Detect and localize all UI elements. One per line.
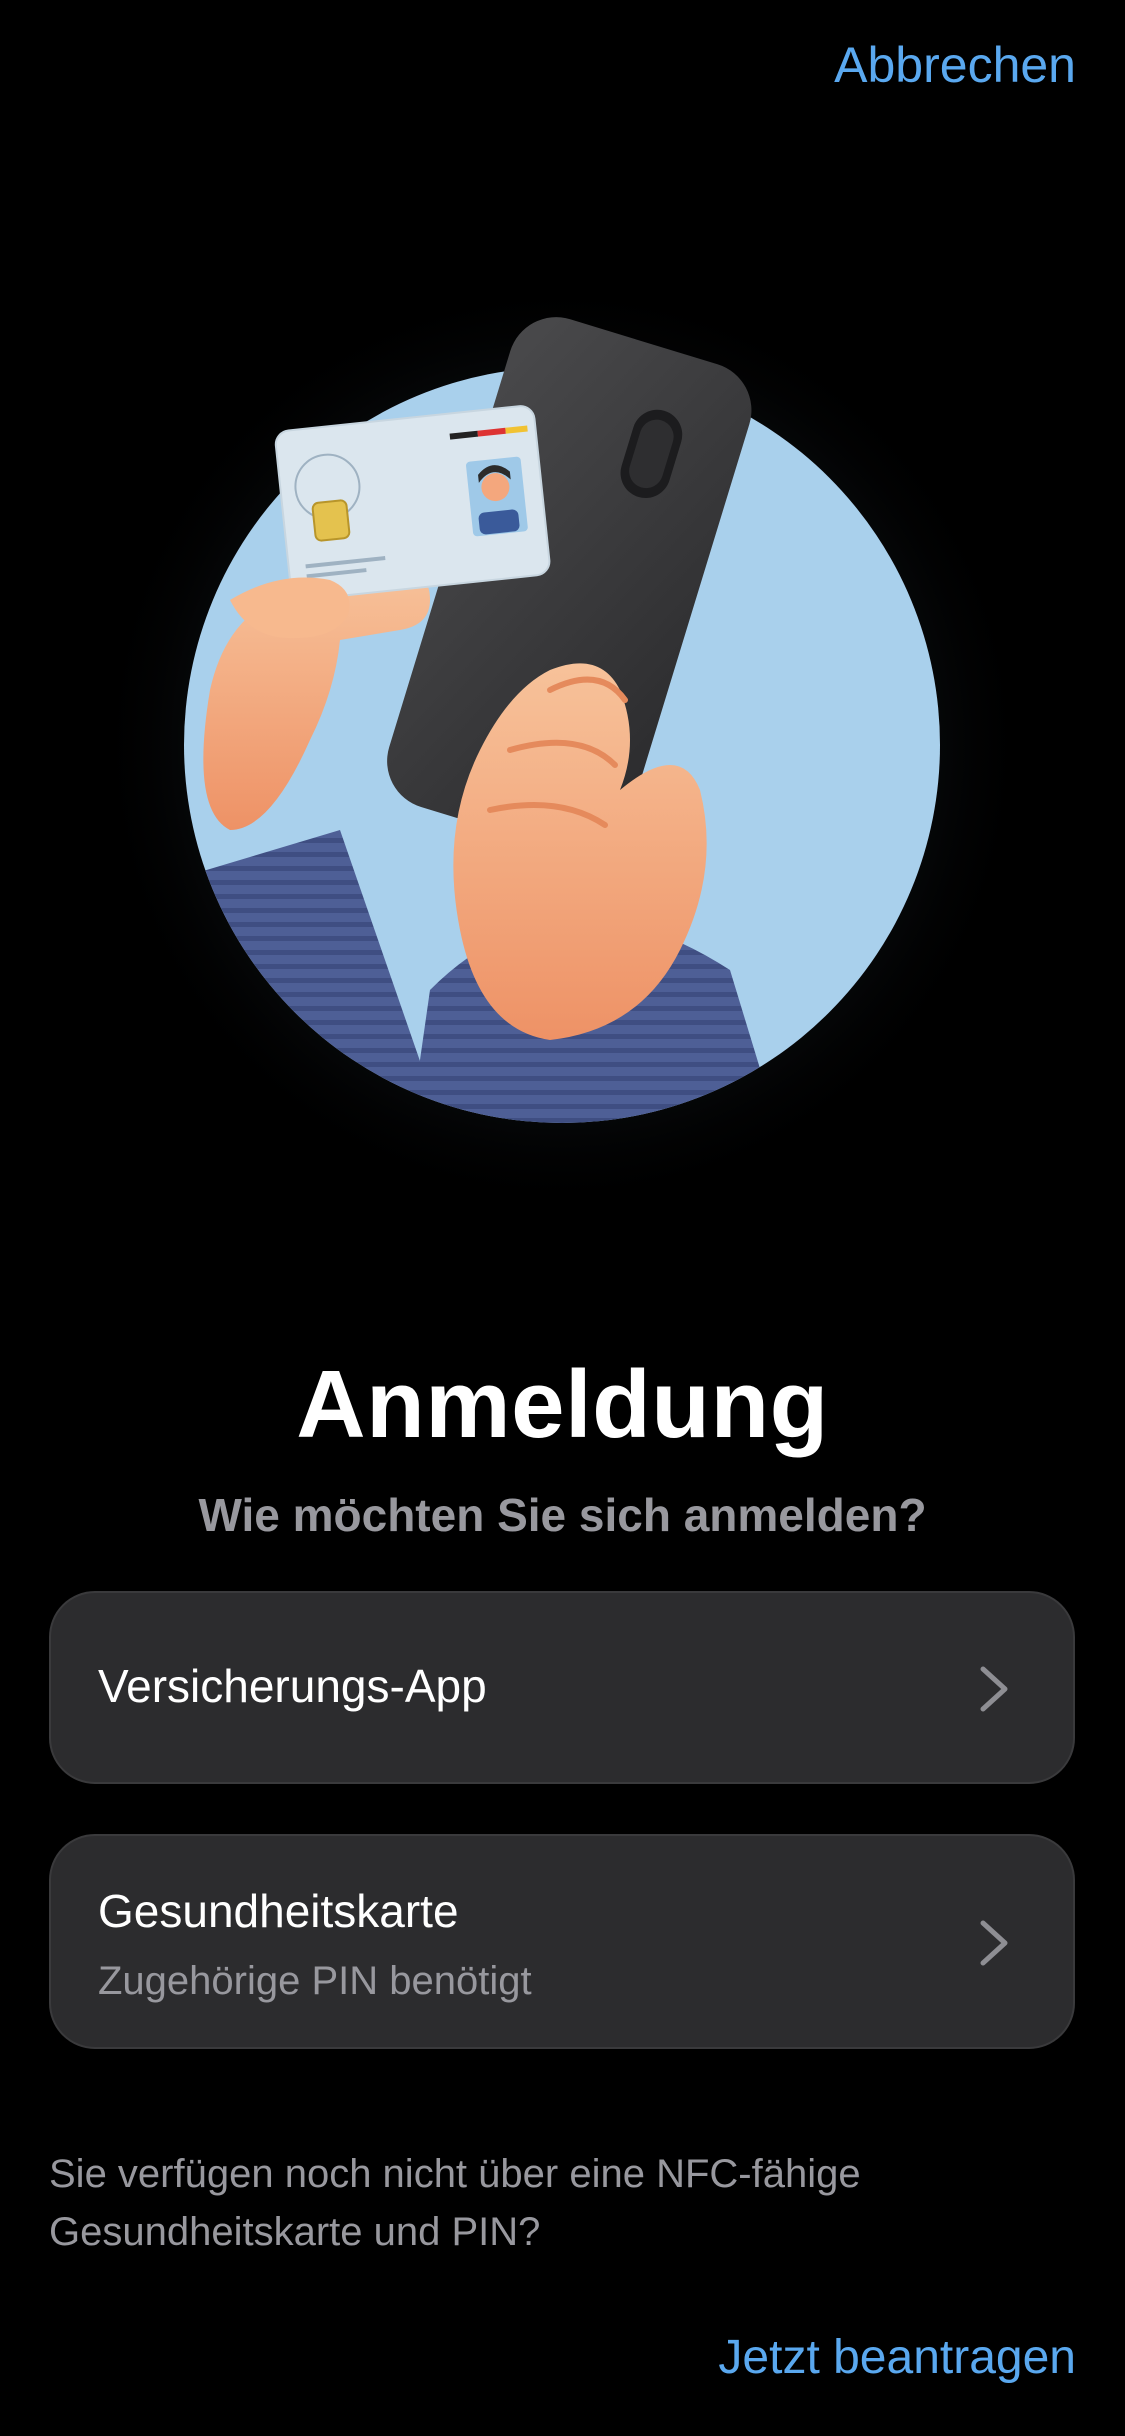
- option-label: Gesundheitskarte: [98, 1885, 459, 1937]
- option-sublabel: Zugehörige PIN benötigt: [98, 1959, 532, 2003]
- info-text: Sie verfügen noch nicht über eine NFC-fä…: [49, 2152, 861, 2254]
- page-subtitle: Wie möchten Sie sich anmelden?: [198, 1489, 927, 1541]
- page-title: Anmeldung: [296, 1351, 829, 1458]
- option-label: Versicherungs-App: [98, 1660, 487, 1712]
- id-card-shape: [274, 405, 551, 601]
- cancel-button[interactable]: Abbrechen: [834, 36, 1076, 94]
- hero-illustration: [80, 270, 1045, 1280]
- chevron-right-icon: [977, 1665, 1011, 1713]
- chevron-right-icon: [977, 1919, 1011, 1967]
- health-card-option[interactable]: Gesundheitskarte Zugehörige PIN benötigt: [49, 1834, 1075, 2049]
- insurance-app-option[interactable]: Versicherungs-App: [49, 1591, 1075, 1784]
- apply-now-link[interactable]: Jetzt beantragen: [718, 2330, 1076, 2385]
